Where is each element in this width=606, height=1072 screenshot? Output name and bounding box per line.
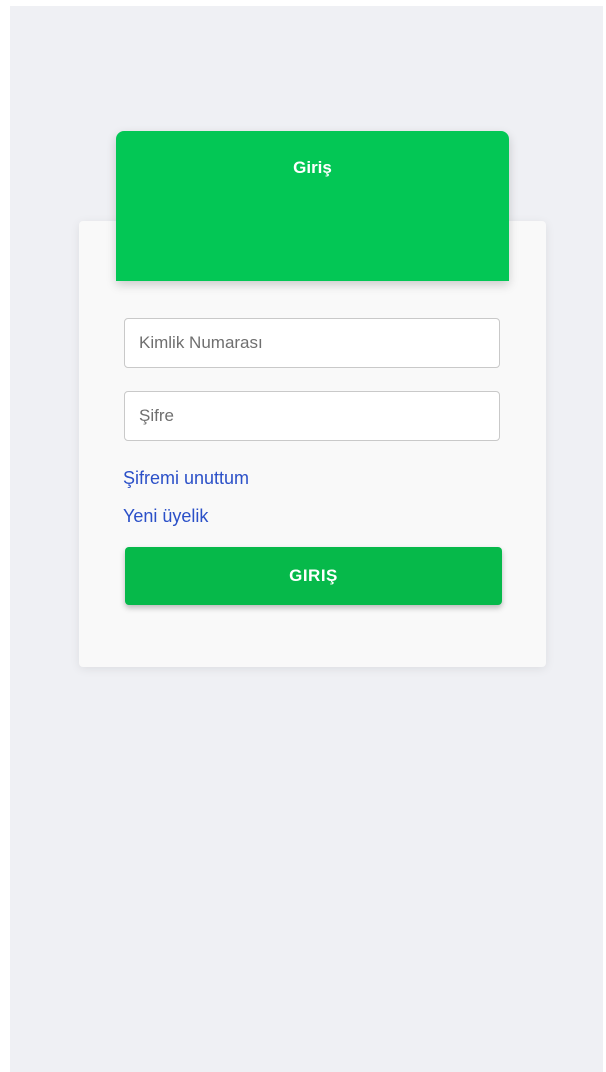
id-number-input[interactable]: [124, 318, 500, 368]
forgot-password-link[interactable]: Şifremi unuttum: [123, 468, 249, 489]
login-button[interactable]: GIRIŞ: [125, 547, 502, 605]
login-card-header: Giriş: [116, 131, 509, 281]
password-input[interactable]: [124, 391, 500, 441]
new-membership-link[interactable]: Yeni üyelik: [123, 506, 208, 527]
login-title: Giriş: [293, 158, 332, 177]
